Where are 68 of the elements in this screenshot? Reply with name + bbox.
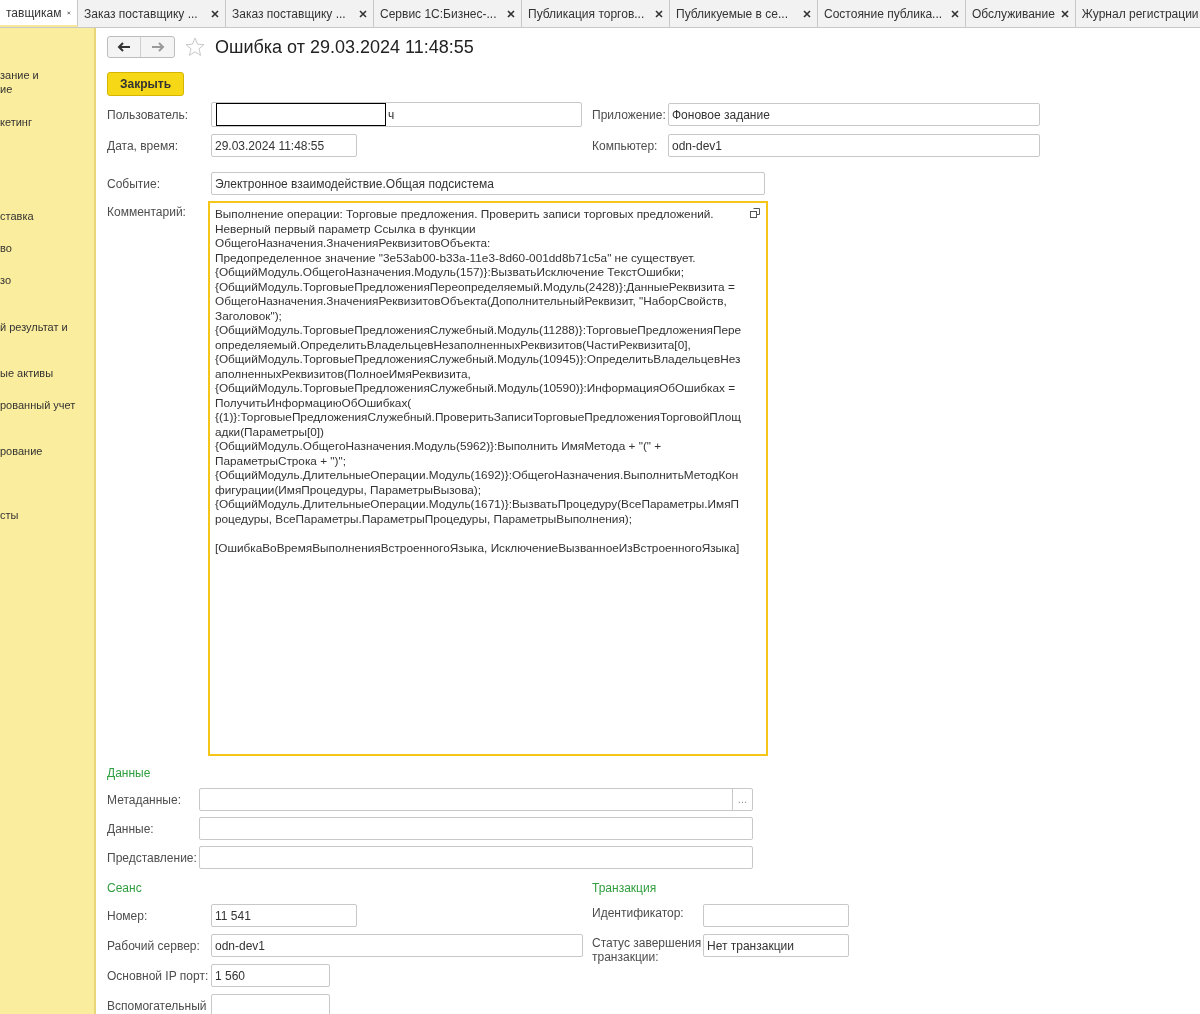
sidebar-item[interactable]: й результат и	[0, 320, 94, 366]
window-title: Ошибка от 29.03.2024 11:48:55	[215, 35, 474, 59]
close-icon[interactable]	[359, 9, 367, 18]
field-label: Комментарий:	[107, 204, 187, 221]
session-field[interactable]: 11 541	[211, 904, 357, 927]
sidebar-item[interactable]: зание и ие	[0, 68, 94, 115]
tab-label: Состояние публика...	[824, 5, 943, 23]
sidebar-item[interactable]: во	[0, 241, 94, 273]
sidebar-item[interactable]: рованный учет	[0, 398, 94, 444]
field-label: Дата, время:	[107, 137, 180, 155]
section-title: Сеанс	[107, 880, 143, 897]
star-icon[interactable]	[185, 37, 205, 57]
session-field[interactable]	[211, 994, 330, 1014]
field-label: Представление:	[107, 849, 198, 867]
tab-label: Заказ поставщику ...	[232, 5, 346, 23]
section-title: Данные	[107, 765, 152, 782]
user-field[interactable]: ч	[211, 102, 582, 127]
comment-field[interactable]	[208, 201, 768, 756]
session-field[interactable]: 1 560	[211, 964, 330, 987]
select-button[interactable]: …	[732, 789, 752, 810]
field-label: Пользователь:	[107, 106, 190, 124]
field-label: Событие:	[107, 175, 162, 193]
sidebar-item[interactable]: ставка	[0, 209, 94, 241]
event-field[interactable]: Электронное взаимодействие.Общая подсистема	[211, 172, 765, 195]
sidebar-item[interactable]: кетинг	[0, 115, 94, 209]
field-label: Номер:	[107, 907, 149, 925]
field-label: Данные:	[107, 820, 155, 838]
tab-label: Обслуживание	[972, 5, 1055, 23]
data-field[interactable]	[199, 846, 753, 869]
field-label: Компьютер:	[592, 137, 659, 155]
arrow-right-icon	[150, 42, 165, 52]
field-label: Статус завершения транзакции:	[592, 935, 703, 964]
transaction-field[interactable]	[703, 904, 849, 927]
field-label: Приложение:	[592, 106, 667, 124]
sidebar-item[interactable]: зо	[0, 273, 94, 320]
datetime-field[interactable]: 29.03.2024 11:48:55	[211, 134, 357, 157]
close-icon[interactable]	[507, 9, 515, 18]
sidebar-item[interactable]: ые активы	[0, 366, 94, 398]
close-icon[interactable]	[655, 9, 663, 18]
close-icon[interactable]	[211, 9, 219, 18]
data-field[interactable]	[199, 817, 753, 840]
section-title: Транзакция	[592, 880, 658, 897]
application-field[interactable]: Фоновое задание	[668, 103, 1040, 126]
tab-label: Публикация торгов...	[528, 5, 645, 23]
tab[interactable]: тавщикам	[0, 0, 78, 27]
field-label: Вспомогательный	[107, 997, 208, 1014]
close-icon[interactable]	[951, 9, 959, 18]
field-label: Основной IP порт:	[107, 967, 210, 985]
tab-label: Публикуемые в се...	[676, 5, 788, 23]
data-field[interactable]: …	[199, 788, 753, 811]
arrow-left-icon	[117, 42, 131, 52]
close-button[interactable]: Закрыть	[107, 72, 185, 96]
sidebar-item[interactable]: рование	[0, 444, 94, 508]
close-icon[interactable]	[1060, 9, 1069, 18]
sidebar-item[interactable]: сты	[0, 508, 94, 540]
transaction-field[interactable]: Нет транзакции	[703, 934, 849, 957]
tab-label: Сервис 1С:Бизнес-...	[380, 5, 497, 23]
field-label: Рабочий сервер:	[107, 937, 201, 955]
tab-label: тавщикам	[6, 4, 62, 22]
session-field[interactable]: odn-dev1	[211, 934, 583, 957]
comment-text: Выполнение операции: Торговые предложения. Проверить записи торговых предложений. Неверный первый параметр Ссылка в функции ОбщегоНазначения.ЗначенияРеквизитовОбъекта: Предопределенное значение "3e53ab00-b33a-11e3-8d60-001dd8b71c5a" не существует. {ОбщийМодуль.ОбщегоНазначения.Модуль(157)}:ВызватьИсключение ТекстОшибки; {ОбщийМодуль.ТорговыеПредложенияПереопределяемый.Модуль(2428)}:ДанныеРеквизита = ОбщегоНазначения.ЗначенияРеквизитовОбъекта(ДополнительныйРеквизит, "НаборСвойств, Заголовок"); {ОбщийМодуль.ТорговыеПредложенияСлужебный.Модуль(11288)}:ТорговыеПредложенияПереопределяемый.ОпределитьВладельцевНезаполненныхРеквизитов(ЧастиРеквизита[0], {ОбщийМодуль.ТорговыеПредложенияСлужебный.Модуль(10945)}:ОпределитьВладельцевНезаполненныхРеквизитов(ПолноеИмяРеквизита, {ОбщийМодуль.ТорговыеПредложенияСлужебный.Модуль(10590)}:ИнформацияОбОшибках = ПолучитьИнформациюОбОшибках( {(1)}:ТорговыеПредложенияСлужебный.ПроверитьЗаписиТорговыеПредложенияТорговойПлощадки(Параметры[0]) {ОбщийМодуль.ОбщегоНазначения.Модуль(5962)}:Выполнить ИмяМетода + "(" + ПараметрыСтрока + ")"; {ОбщийМодуль.ДлительныеОперации.Модуль(1692)}:ОбщегоНазначения.ВыполнитьМетодКонфигурации(ИмяПроцедуры, ПараметрыВызова); {ОбщийМодуль.ДлительныеОперации.Модуль(1671)}:ВызватьПроцедуру(ВсеПараметры.ИмяПроцедуры, ВсеПараметры.ПараметрыПроцедуры, ПараметрыВыполнения); [ОшибкаВоВремяВыполненияВстроенногоЯзыка, ИсключениеВызванноеИзВстроенногоЯзыка]	[215, 207, 742, 555]
expand-icon[interactable]	[750, 208, 760, 218]
close-icon[interactable]	[803, 9, 811, 18]
field-label: Метаданные:	[107, 791, 182, 809]
tab-label: Заказ поставщику ...	[84, 5, 198, 23]
computer-field[interactable]: odn-dev1	[668, 134, 1040, 157]
field-label: Идентификатор:	[592, 905, 685, 920]
tab-label: Журнал регистрации	[1081, 5, 1199, 23]
